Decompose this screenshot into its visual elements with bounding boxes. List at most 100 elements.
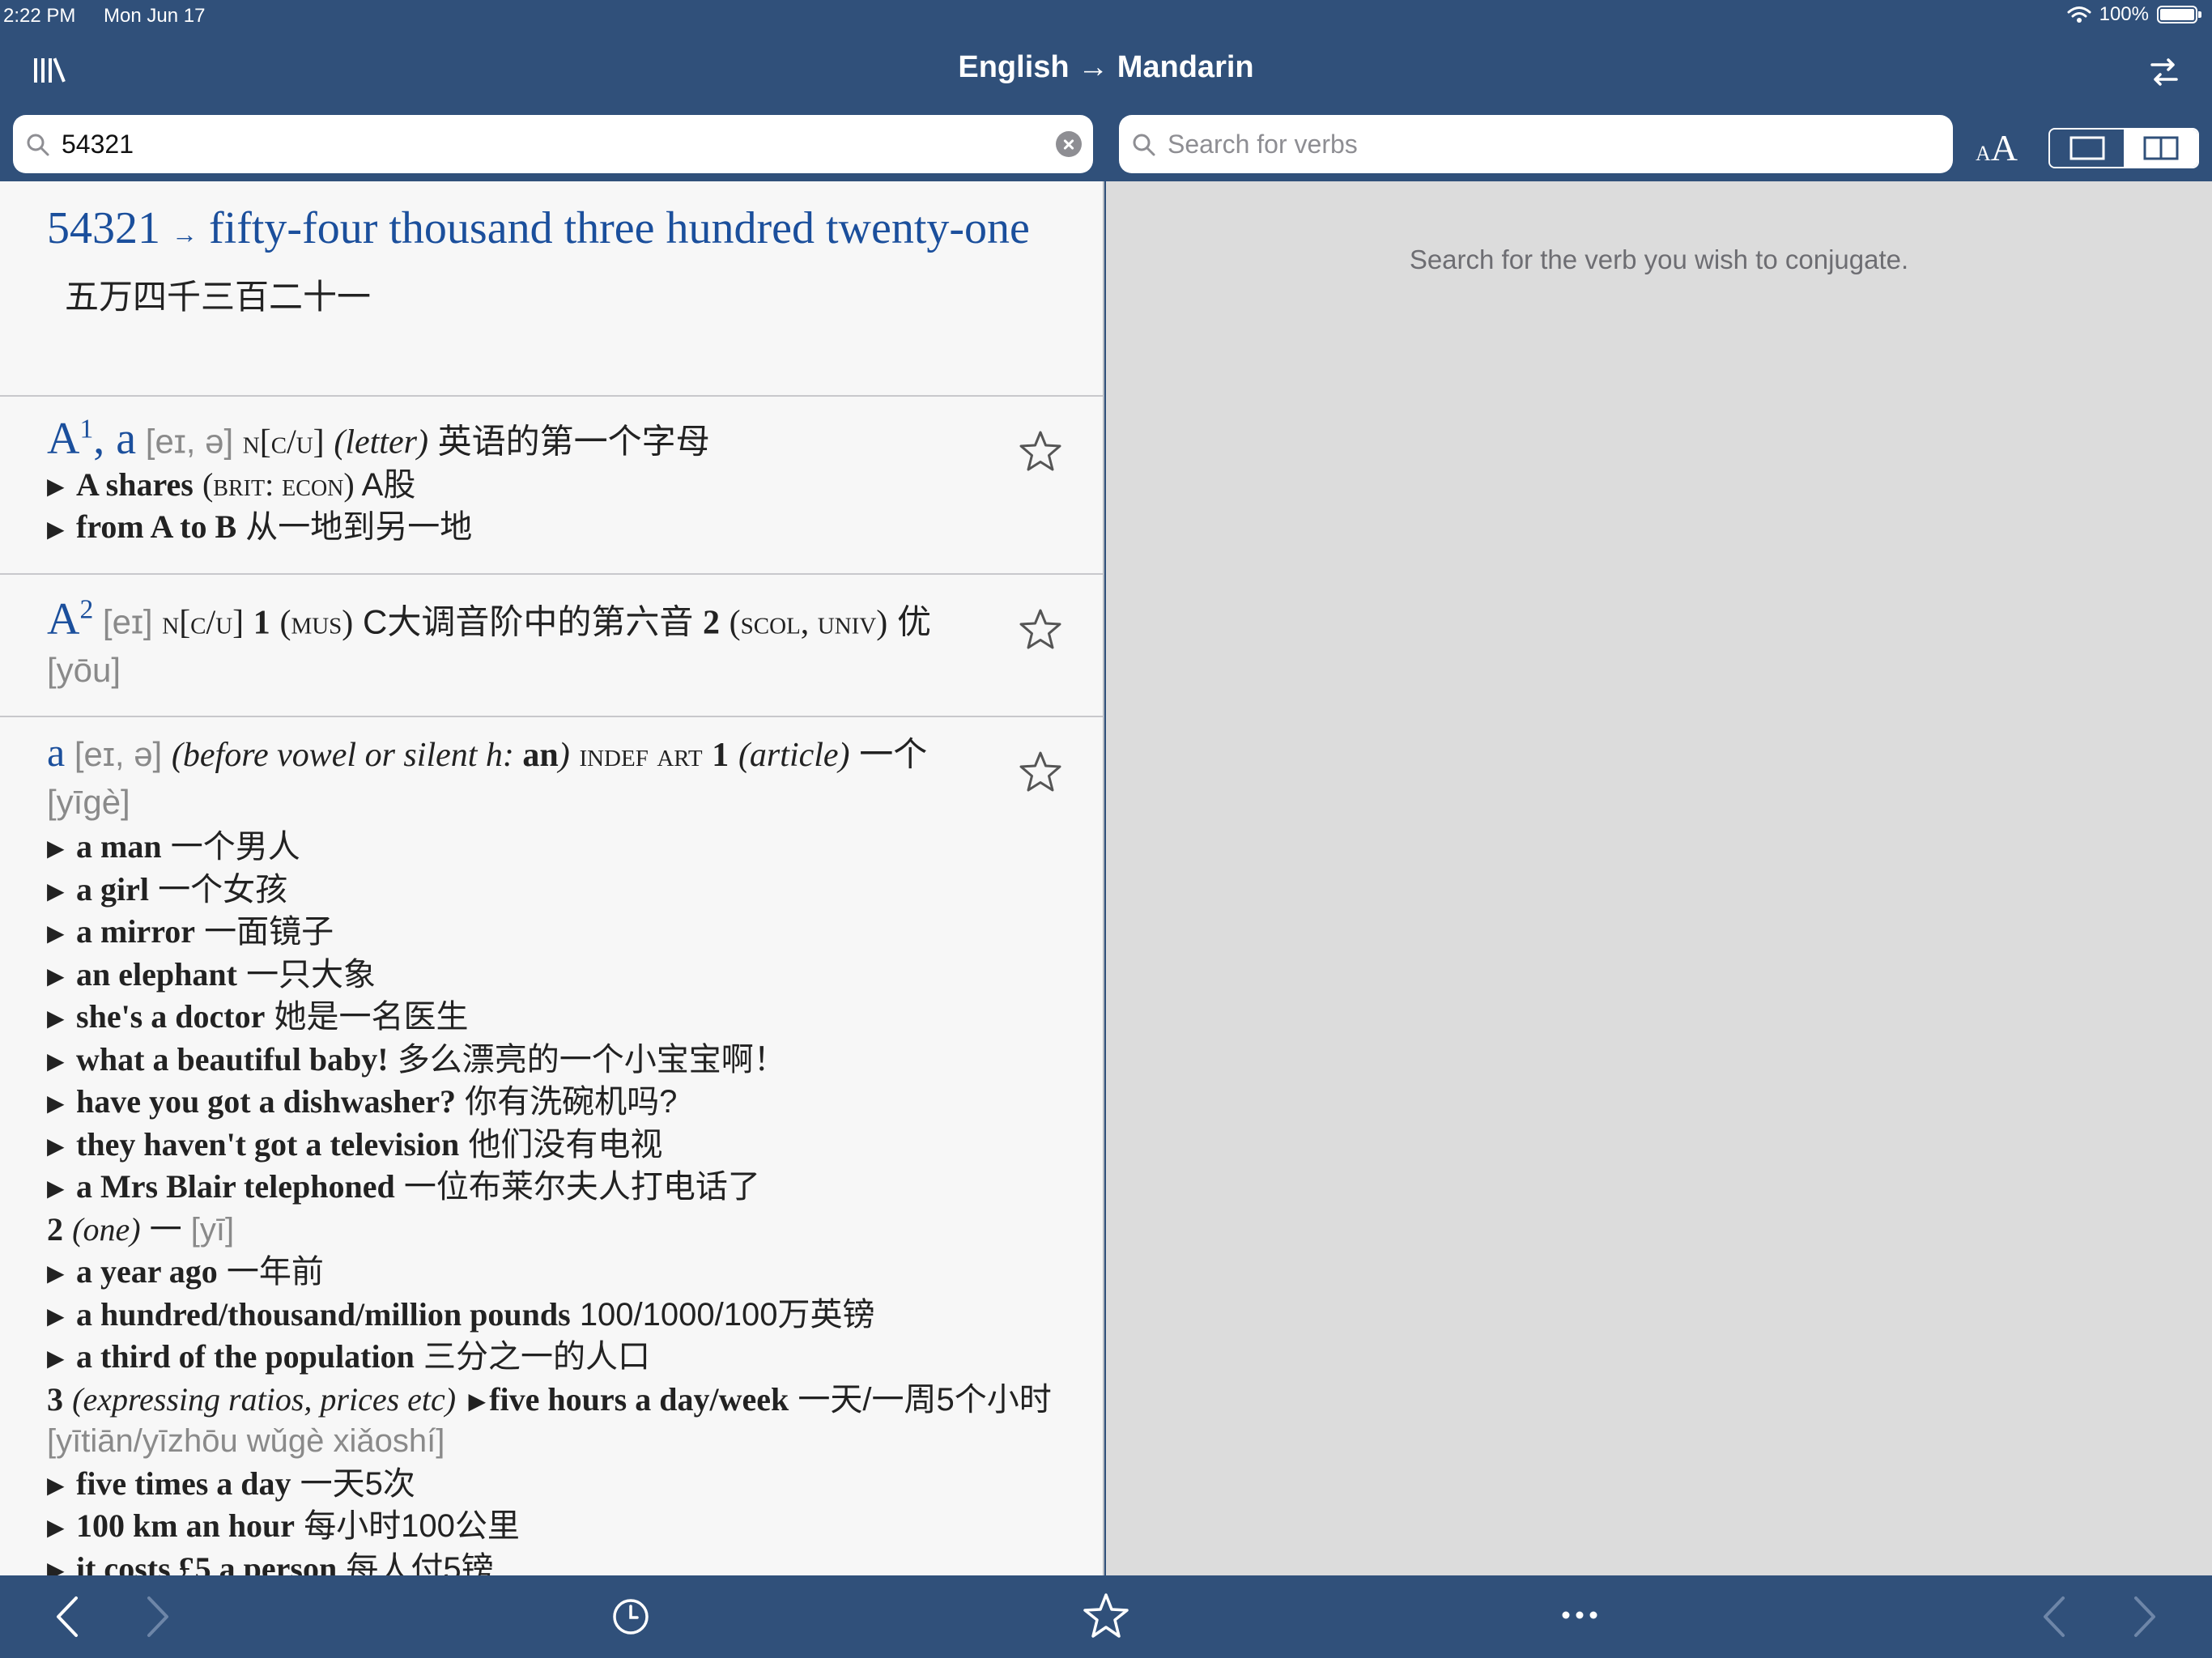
arrow-glyph: → [172,219,198,249]
example: ▶ a Mrs Blair telephoned 一位布莱尔夫人打电话了 [47,1168,760,1205]
pinyin: [yōu] [47,650,121,689]
nav-bar: English → Mandarin [0,32,2212,113]
sense-line: 3 (expressing ratios, prices etc) ▶ five … [47,1379,1056,1463]
status-date: Mon Jun 17 [104,5,206,27]
triangle-icon: ▶ [47,1261,65,1286]
triangle-icon: ▶ [47,1005,65,1031]
usage-note: (letter) [334,423,428,461]
entry-number-headword: 54321 → fifty-four thousand three hundre… [47,198,1056,265]
sense-number: 3 [47,1380,63,1418]
example: ▶ it costs £5 a person 每人付5镑 [47,1548,1056,1576]
triangle-icon: ▶ [468,1388,486,1414]
pinyin: [yī] [190,1211,235,1248]
example: ▶ they haven't got a television 他们没有电视 [47,1125,663,1163]
sense-number: 1 [712,737,730,774]
dictionary-results[interactable]: 54321 → fifty-four thousand three hundre… [0,181,1104,1575]
chevron-right-icon[interactable] [143,1595,172,1639]
battery-fill [2160,9,2194,20]
part-of-speech: indef art [579,737,703,774]
entry-number[interactable]: 54321 → fifty-four thousand three hundre… [0,181,1103,397]
sense-label: (expressing ratios, prices etc) [72,1380,457,1418]
clear-icon[interactable] [1056,131,1082,157]
entry-a2[interactable]: A2 [eɪ] n[c/u] 1 (mus) C大调音阶中的第六音 2 (sco… [0,575,1103,717]
example: ▶ an elephant 一只大象 [47,955,376,993]
star-icon[interactable] [1019,607,1062,651]
translation: 优 [896,602,931,641]
usage-note: (before vowel or silent h: an) [171,737,570,774]
search-icon [27,134,49,156]
triangle-icon: ▶ [47,1090,65,1116]
pronunciation: [eɪ] [102,602,153,641]
single-pane-button[interactable] [2050,130,2124,167]
text-size-small: A [1976,142,1991,165]
example: ▶ a man 一个男人 [47,828,300,865]
headword: A2 [47,593,94,644]
example: ▶ she's a doctor 她是一名医生 [47,998,469,1035]
text-size-button[interactable]: AA [1976,126,2018,169]
headword: A1, a [47,413,137,464]
example: ▶ A shares (brit: econ) A股 [47,466,416,503]
battery-percent: 100% [2099,3,2149,25]
page-title: English → Mandarin [958,50,1254,84]
sense-label: (article) [738,737,850,774]
headword: a [47,729,66,775]
sense-number: 2 [47,1210,63,1248]
triangle-icon: ▶ [47,474,65,500]
chevron-right-icon[interactable] [2129,1595,2159,1639]
chevron-left-icon[interactable] [2040,1595,2069,1639]
star-icon[interactable] [1082,1592,1130,1640]
triangle-icon: ▶ [47,1472,65,1498]
single-pane-icon [2069,136,2104,160]
battery-icon [2157,6,2201,23]
entry-a-headline: a [eɪ, ə] (before vowel or silent h: an)… [47,729,1056,826]
triangle-icon: ▶ [47,1175,65,1201]
clock-icon[interactable] [610,1596,651,1637]
ellipsis-icon[interactable] [1561,1609,1598,1621]
translation: C大调音阶中的第六音 [362,602,694,641]
example: ▶ what a beautiful baby! 多么漂亮的一个小宝宝啊！ [47,1040,786,1078]
star-icon[interactable] [1019,750,1062,793]
sense-number: 1 [253,604,270,642]
example: ▶ a third of the population 三分之一的人口 [47,1338,650,1375]
triangle-icon: ▶ [47,516,65,542]
number-value: 54321 [47,203,160,253]
chevron-left-icon[interactable] [53,1595,83,1639]
triangle-icon: ▶ [47,878,65,903]
domain-label: (scol, univ) [729,604,888,642]
entry-a2-text: A2 [eɪ] n[c/u] 1 (mus) C大调音阶中的第六音 2 (sco… [47,586,998,694]
entry-a-article[interactable]: a [eɪ, ə] (before vowel or silent h: an)… [0,717,1103,1575]
example: ▶ 100 km an hour 每小时100公里 [47,1507,520,1544]
example: ▶ five times a day 一天5次 [47,1465,415,1502]
number-translation: 五万四千三百二十一 [65,278,372,316]
verb-search-field[interactable] [1119,115,1953,173]
layout-segmented-control[interactable] [2048,128,2199,168]
status-bar: 2:22 PM Mon Jun 17 100% [0,0,2212,32]
entry-a1[interactable]: A1, a [eɪ, ə] n[c/u] (letter) 英语的第一个字母 ▶… [0,397,1103,575]
sense-label: (one) [72,1210,141,1248]
conjugation-pane: Search for the verb you wish to conjugat… [1106,181,2212,1575]
word-search-input[interactable] [62,123,1044,165]
translation: 英语的第一个字母 [437,422,710,461]
triangle-icon: ▶ [47,1133,65,1158]
status-time: 2:22 PM [3,5,76,27]
sense-number: 2 [703,604,720,642]
verb-search-input[interactable] [1168,123,1904,165]
example: ▶ a year ago 一年前 [47,1253,324,1290]
split-pane-button[interactable] [2124,130,2197,167]
pinyin: [yīgè] [47,783,130,821]
bottom-toolbar [0,1575,2212,1658]
triangle-icon: ▶ [47,1515,65,1541]
example: ▶ from A to B 从一地到另一地 [47,508,473,546]
triangle-icon: ▶ [47,1346,65,1371]
example: ▶ have you got a dishwasher? 你有洗碗机吗? [47,1083,678,1120]
translation: 一个 [859,735,928,773]
triangle-icon: ▶ [47,963,65,988]
conjugation-empty-message: Search for the verb you wish to conjugat… [1409,244,1909,274]
domain-label: (mus) [279,604,354,642]
pronunciation: [eɪ, ə] [74,735,163,773]
swap-languages-icon[interactable] [2146,53,2183,91]
star-icon[interactable] [1019,429,1062,473]
word-search-field[interactable] [13,115,1093,173]
number-words: fifty-four thousand three hundred twenty… [209,203,1030,253]
pronunciation: [eɪ, ə] [145,422,234,461]
